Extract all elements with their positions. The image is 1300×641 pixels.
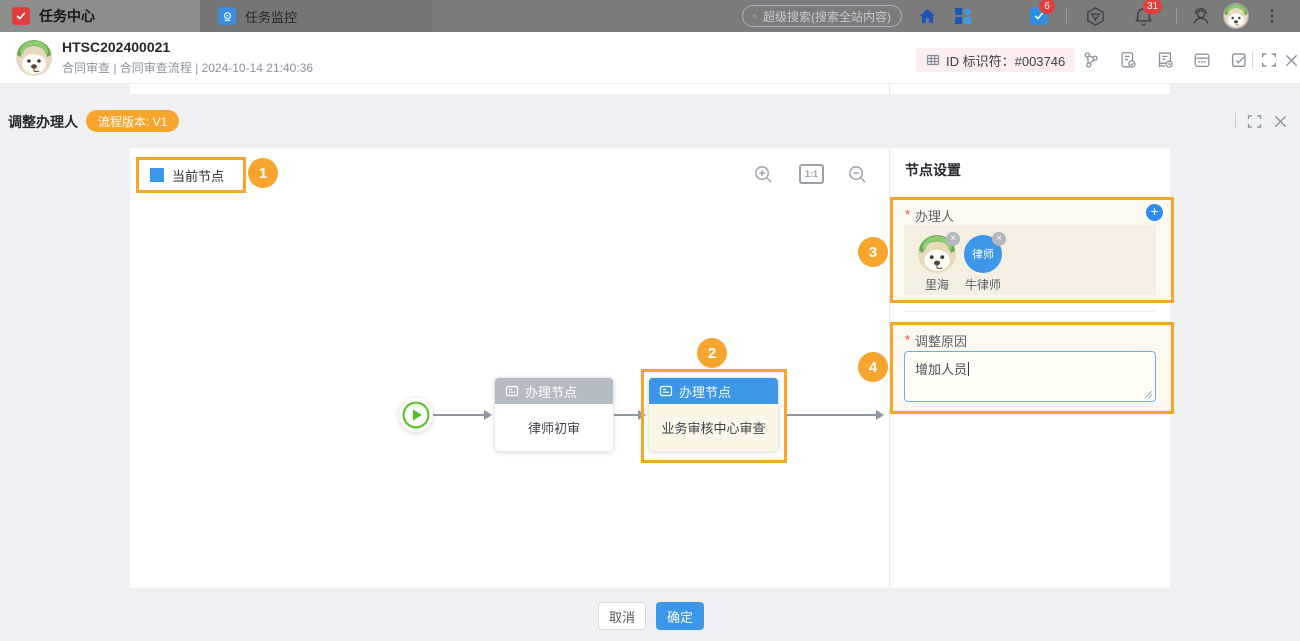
modal-title: 调整办理人: [8, 112, 78, 132]
task-count-badge: 6: [1039, 0, 1055, 14]
search-placeholder: 超级搜索(搜索全站内容): [763, 8, 891, 25]
text-cursor: [968, 362, 969, 376]
notifications-bell-icon[interactable]: 31: [1132, 5, 1154, 27]
node-title: 律师初审: [495, 404, 613, 451]
user-avatar[interactable]: [1224, 4, 1248, 28]
apps-grid-icon[interactable]: [952, 5, 974, 27]
avatar-text: 律师: [972, 246, 994, 262]
node-type-icon: [505, 384, 519, 398]
required-mark: *: [905, 207, 910, 222]
id-badge: ID 标识符：#003746: [916, 48, 1075, 72]
underlying-page-strip: [130, 84, 1170, 94]
table-icon: [926, 53, 940, 67]
divider: [1176, 8, 1177, 24]
assignee-name: 里海: [912, 276, 962, 293]
apps-tiles: [955, 8, 971, 24]
zoom-out-icon[interactable]: [846, 163, 868, 185]
notification-count-badge: 31: [1143, 0, 1162, 14]
close-icon[interactable]: [1280, 49, 1300, 71]
current-node-color-swatch: [150, 168, 164, 182]
document-header-bar: [0, 32, 1300, 84]
global-search-input[interactable]: 超级搜索(搜索全站内容): [742, 5, 902, 27]
node-title: 业务审核中心审查: [649, 404, 778, 451]
receipt-clock-icon[interactable]: [1154, 49, 1176, 71]
modal-fullscreen-icon[interactable]: [1244, 111, 1264, 131]
divider: [889, 84, 890, 94]
modal-close-icon[interactable]: [1270, 111, 1290, 131]
monitor-icon: [218, 7, 236, 25]
node-type-icon: [659, 384, 673, 398]
version-badge: 流程版本: V1: [86, 110, 179, 132]
home-icon[interactable]: [916, 5, 938, 27]
add-assignee-button[interactable]: +: [1146, 204, 1163, 221]
divider: [1066, 8, 1067, 24]
start-node[interactable]: [399, 398, 433, 432]
tab-task-center[interactable]: 任务中心: [0, 0, 200, 32]
panel-divider: [889, 148, 890, 588]
resize-handle-icon[interactable]: [1143, 389, 1153, 399]
legend-label: 当前节点: [172, 166, 224, 185]
document-title: HTSC202400021: [62, 39, 170, 55]
tab-task-monitor[interactable]: 任务监控: [200, 0, 432, 32]
node-header: 办理节点: [649, 378, 778, 404]
remove-assignee-icon[interactable]: ×: [946, 232, 960, 246]
reason-label: 调整原因: [915, 331, 967, 350]
search-icon: [753, 10, 757, 23]
callout-3: 3: [858, 237, 888, 267]
callout-4: 4: [858, 352, 888, 382]
fullscreen-icon[interactable]: [1258, 49, 1280, 71]
confirm-button[interactable]: 确定: [656, 602, 704, 630]
node-header-label: 办理节点: [525, 382, 577, 401]
zoom-in-icon[interactable]: [752, 163, 774, 185]
reason-textarea[interactable]: 增加人员: [904, 351, 1156, 402]
app-title: 任务中心: [39, 6, 95, 26]
divider: [1252, 51, 1253, 69]
document-subtitle: 合同审查 | 合同审查流程 | 2024-10-14 21:40:36: [62, 59, 313, 76]
remove-assignee-icon[interactable]: ×: [992, 232, 1006, 246]
support-headset-icon[interactable]: [1190, 5, 1212, 27]
required-mark: *: [905, 332, 910, 347]
cancel-button[interactable]: 取消: [598, 602, 646, 630]
screen: 任务中心 任务监控 超级搜索(搜索全站内容) 6: [0, 0, 1300, 641]
current-node-legend: 当前节点: [136, 157, 246, 193]
flow-edge: [786, 414, 882, 416]
more-menu-icon[interactable]: ⋮: [1262, 4, 1282, 28]
node-header-label: 办理节点: [679, 382, 731, 401]
calendar-icon[interactable]: [1191, 49, 1213, 71]
flow-edge: [614, 414, 644, 416]
community-hexagon-icon[interactable]: [1084, 5, 1106, 27]
id-badge-label: ID 标识符：#003746: [946, 51, 1065, 70]
share-flow-icon[interactable]: [1080, 49, 1102, 71]
tab-label: 任务监控: [245, 7, 297, 26]
node-header: 办理节点: [495, 378, 613, 404]
callout-1: 1: [248, 158, 278, 188]
divider: [1235, 113, 1236, 129]
panel-title: 节点设置: [905, 160, 961, 180]
flow-node-lawyer-review[interactable]: 办理节点 律师初审: [494, 377, 614, 452]
callout-2: 2: [697, 338, 727, 368]
task-center-icon: [12, 7, 30, 25]
reason-value: 增加人员: [915, 362, 967, 377]
tasks-icon[interactable]: 6: [1028, 5, 1050, 27]
play-icon: [402, 401, 430, 429]
top-bar: 任务中心 任务监控 超级搜索(搜索全站内容) 6: [0, 0, 1300, 32]
zoom-reset-button[interactable]: 1:1: [799, 164, 824, 184]
assignee-label: 办理人: [915, 206, 954, 225]
file-check-icon[interactable]: [1117, 49, 1139, 71]
divider: [905, 311, 1155, 312]
flow-edge: [433, 414, 490, 416]
flow-node-business-review[interactable]: 办理节点 业务审核中心审查: [648, 377, 779, 452]
document-avatar: [16, 40, 52, 76]
checkbox-icon[interactable]: [1228, 49, 1250, 71]
assignee-name: 牛律师: [958, 276, 1008, 293]
